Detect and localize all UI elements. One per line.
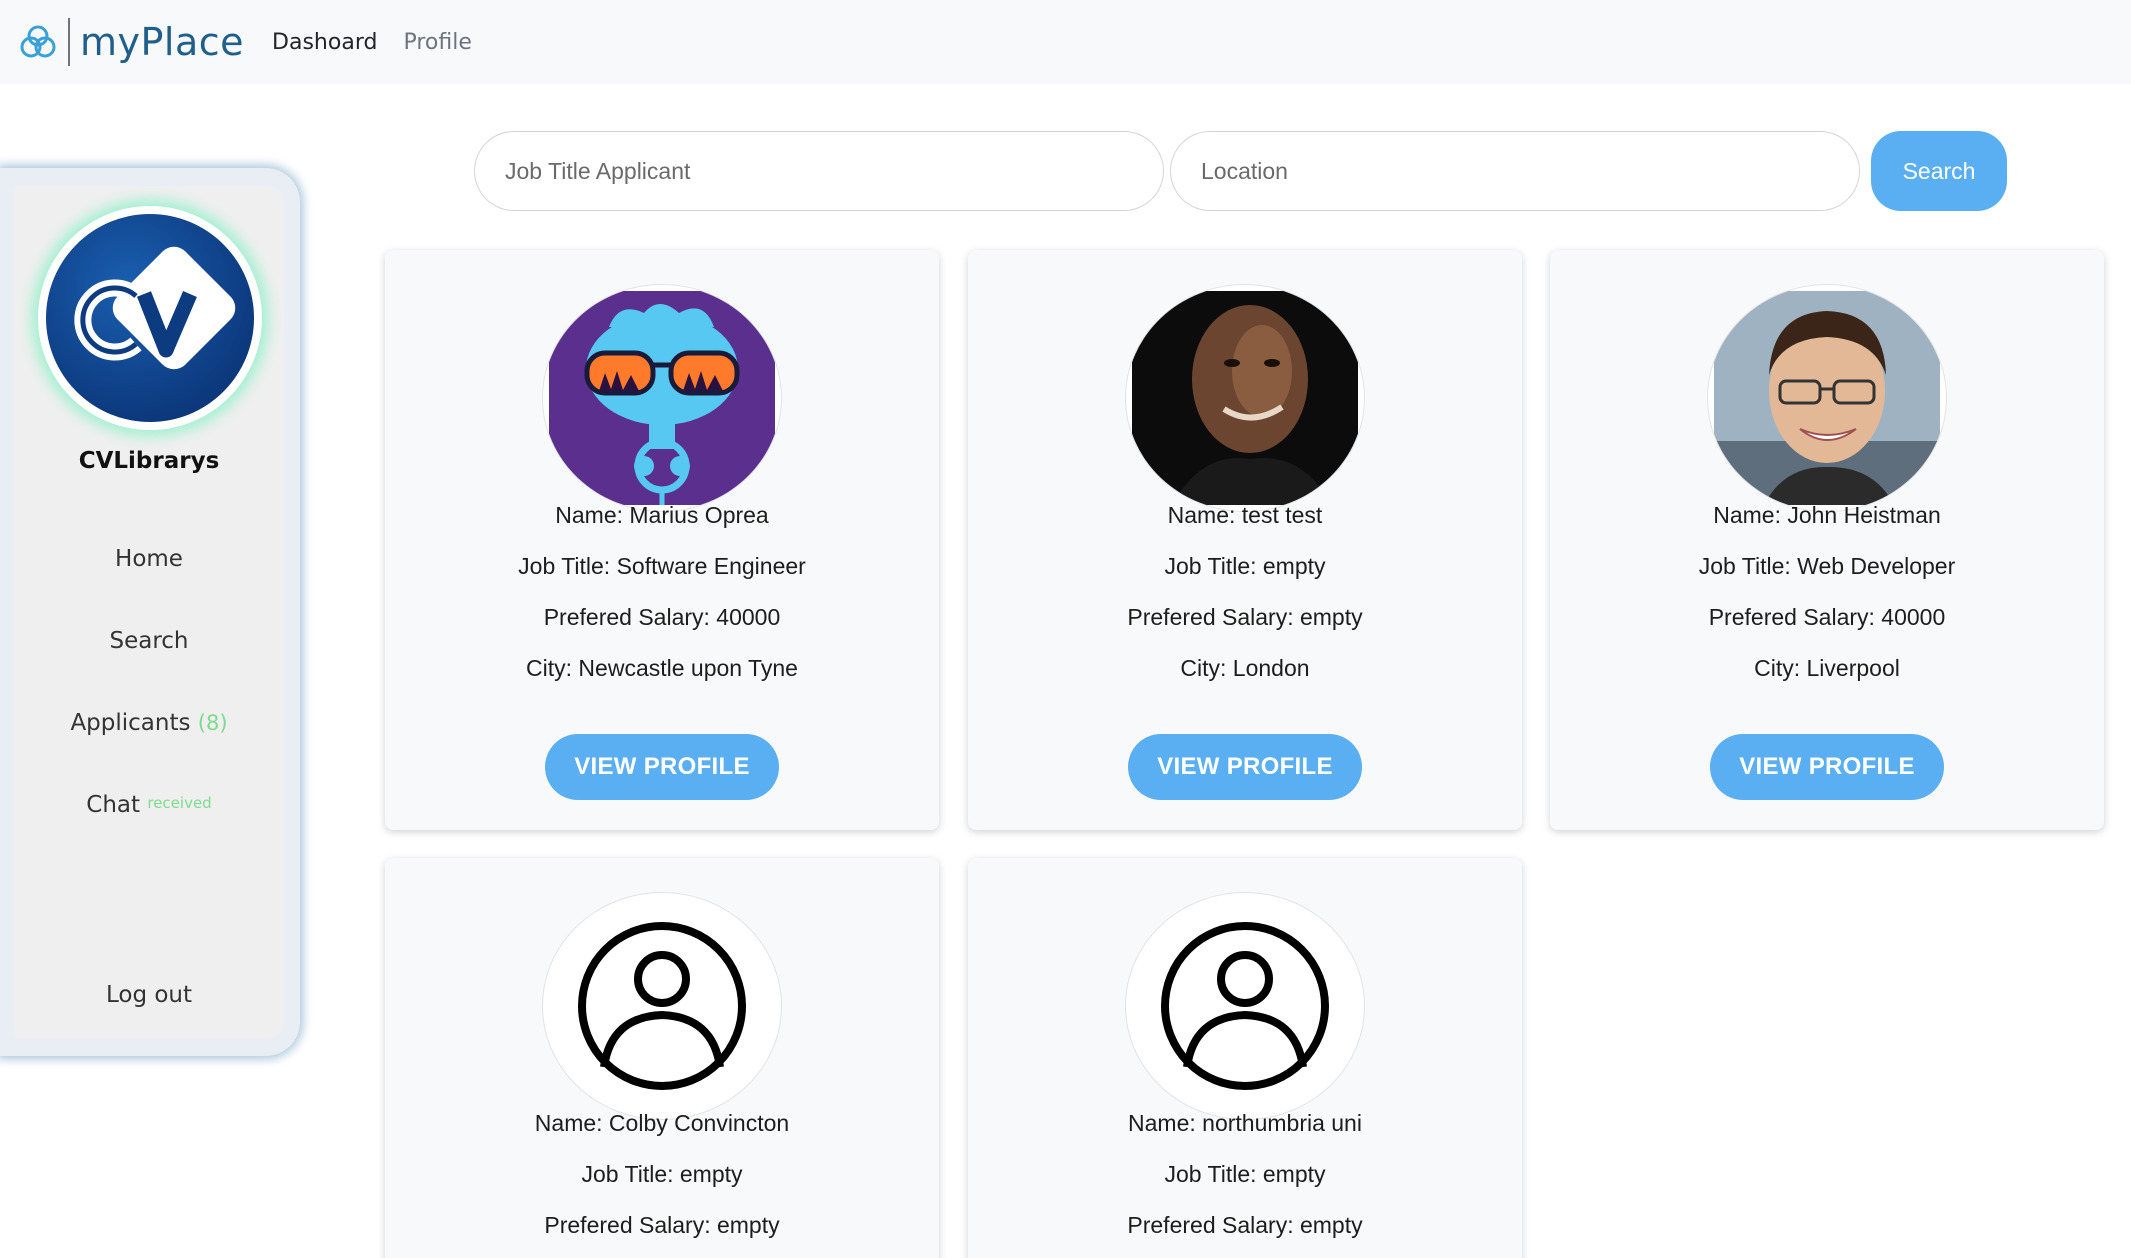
applicant-city: City: Liverpool [1754,655,1900,681]
applicant-card: Name: Marius Oprea Job Title: Software E… [385,250,939,830]
brand-logo-icon [20,25,56,58]
nav-link-profile[interactable]: Profile [403,30,471,55]
applicant-avatar [1125,284,1365,512]
sidebar-item-label: Home [115,546,183,572]
sidebar-item-label: Applicants [70,710,191,736]
applicant-salary: Prefered Salary: empty [544,1212,780,1238]
location-search-input[interactable] [1170,131,1860,211]
applicant-name: Name: northumbria uni [1128,1110,1362,1136]
applicants-count-badge: (8) [197,711,228,735]
applicant-salary: Prefered Salary: empty [1127,1212,1363,1238]
sidebar-item-home[interactable]: Home [14,546,284,572]
applicant-avatar [542,284,782,512]
avatar-illustration-icon [549,291,775,505]
cv-logo-icon [46,214,254,422]
sidebar-item-label: Search [109,628,189,654]
top-navbar: myPlace Dashoard Profile [0,0,2131,84]
applicant-job-title: Job Title: Web Developer [1698,553,1956,579]
job-title-search-input[interactable] [474,131,1164,211]
avatar-photo-icon [1714,291,1940,505]
applicant-card: Name: test test Job Title: empty Prefere… [968,250,1522,830]
brand[interactable]: myPlace [16,18,244,66]
sidebar-panel: CVLibrarys Home Search Applicants (8) Ch… [14,186,284,1038]
applicant-avatar [1707,284,1947,512]
view-profile-button[interactable]: VIEW PROFILE [1128,734,1362,800]
default-user-icon [1161,922,1329,1090]
sidebar-item-chat[interactable]: Chat received [14,792,284,818]
applicant-name: Name: Colby Convincton [534,1110,790,1136]
applicant-salary: Prefered Salary: 40000 [1708,604,1946,630]
applicant-salary: Prefered Salary: empty [1127,604,1363,630]
applicant-name: Name: test test [1167,502,1323,528]
applicant-job-title: Job Title: empty [1164,553,1326,579]
company-name: CVLibrarys [78,448,220,474]
applicant-salary: Prefered Salary: 40000 [543,604,781,630]
applicant-name: Name: Marius Oprea [555,502,769,528]
search-button[interactable]: Search [1871,131,2007,211]
view-profile-button[interactable]: VIEW PROFILE [545,734,779,800]
chat-received-badge: received [147,794,212,812]
nav-link-dashboard[interactable]: Dashoard [272,30,377,55]
applicant-avatar [1125,892,1365,1120]
applicant-card: Name: Colby Convincton Job Title: empty … [385,858,939,1258]
applicant-job-title: Job Title: empty [581,1161,743,1187]
sidebar-item-label: Log out [105,982,193,1008]
applicant-avatar [542,892,782,1120]
applicant-city: City: London [1180,655,1310,681]
applicant-card: Name: John Heistman Job Title: Web Devel… [1550,250,2104,830]
sidebar: CVLibrarys Home Search Applicants (8) Ch… [0,168,300,1056]
sidebar-item-search[interactable]: Search [14,628,284,654]
applicant-job-title: Job Title: Software Engineer [518,553,806,579]
view-profile-button[interactable]: VIEW PROFILE [1710,734,1944,800]
applicant-job-title: Job Title: empty [1164,1161,1326,1187]
brand-divider [68,18,70,66]
default-user-icon [578,922,746,1090]
sidebar-item-applicants[interactable]: Applicants (8) [14,710,284,736]
applicant-name: Name: John Heistman [1713,502,1941,528]
company-logo [38,206,262,430]
sidebar-item-logout[interactable]: Log out [14,982,284,1008]
applicant-card: Name: northumbria uni Job Title: empty P… [968,858,1522,1258]
sidebar-item-label: Chat [86,792,141,818]
brand-name[interactable]: myPlace [80,20,244,64]
avatar-photo-icon [1132,291,1358,505]
applicant-city: City: Newcastle upon Tyne [526,655,798,681]
